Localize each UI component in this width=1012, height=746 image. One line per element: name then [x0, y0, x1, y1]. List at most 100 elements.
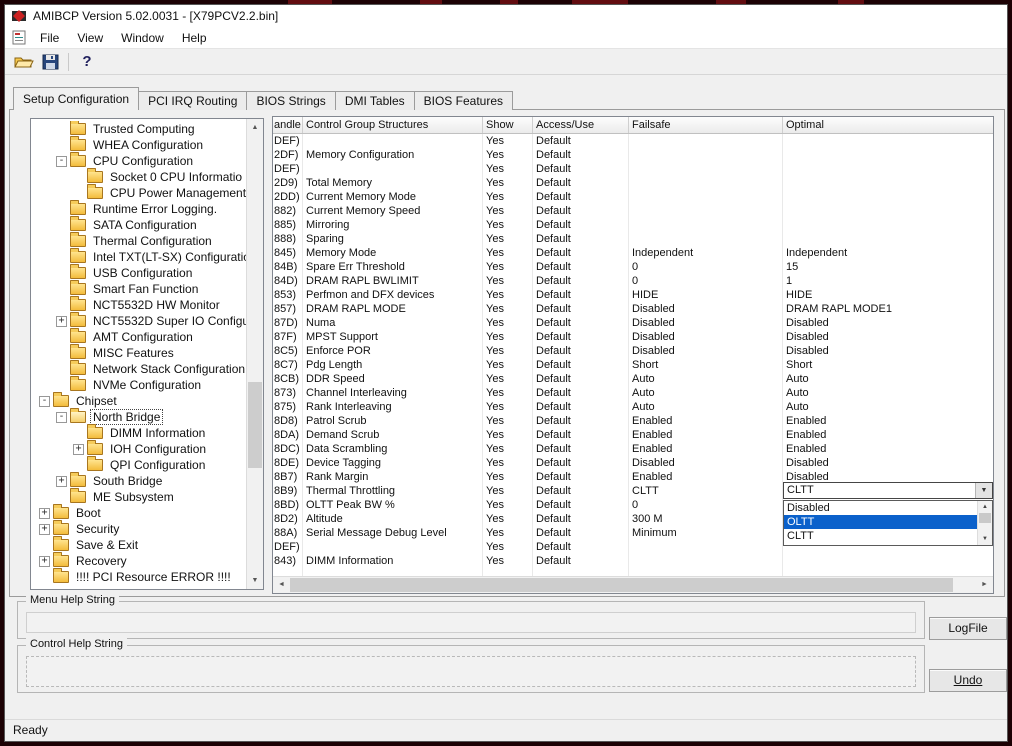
collapse-minus-icon[interactable]: -	[39, 395, 50, 407]
table-row[interactable]: 882) Current Memory Speed Yes Default	[273, 204, 993, 218]
scroll-left-icon[interactable]: ◄	[273, 577, 290, 593]
menu-window[interactable]: Window	[112, 29, 173, 47]
optimal-combobox[interactable]: CLTT ▼	[783, 482, 993, 499]
table-row[interactable]: 8D8) Patrol Scrub Yes Default Enabled Enabled	[273, 414, 993, 428]
table-row[interactable]: 8C5) Enforce POR Yes Default Disabled Disable…	[273, 344, 993, 358]
control-help-text-area[interactable]	[26, 656, 916, 687]
tree-item[interactable]: USB Configuration	[31, 264, 246, 281]
tree-item[interactable]: Socket 0 CPU Informatio	[31, 168, 246, 185]
scrollbar-thumb[interactable]	[979, 513, 991, 523]
table-row[interactable]	[273, 568, 993, 576]
expand-plus-icon[interactable]: +	[39, 523, 50, 535]
column-header-optimal[interactable]: Optimal	[783, 117, 993, 133]
table-row[interactable]: 873) Channel Interleaving Yes Default Auto Au…	[273, 386, 993, 400]
collapse-minus-icon[interactable]: -	[56, 411, 67, 423]
table-row[interactable]: 87D) Numa Yes Default Disabled Disabled	[273, 316, 993, 330]
tab-bios-features[interactable]: BIOS Features	[414, 91, 513, 110]
tree-item[interactable]: Intel TXT(LT-SX) Configuratio	[31, 248, 246, 265]
tree-item[interactable]: AMT Configuration	[31, 328, 246, 345]
undo-button[interactable]: Undo	[929, 669, 1007, 692]
tab-bios-strings[interactable]: BIOS Strings	[247, 91, 336, 110]
tree-item[interactable]: + NCT5532D Super IO Configu	[31, 312, 246, 329]
help-button[interactable]: ?	[74, 51, 100, 73]
table-row[interactable]: 2D9) Total Memory Yes Default	[273, 176, 993, 190]
expand-plus-icon[interactable]: +	[56, 475, 67, 487]
combobox-dropdown-button[interactable]: ▼	[975, 483, 992, 498]
menu-help-text-area[interactable]	[26, 612, 916, 633]
tree-item[interactable]: MISC Features	[31, 344, 246, 361]
table-row[interactable]: DEF) Yes Default	[273, 134, 993, 148]
menu-help[interactable]: Help	[173, 29, 216, 47]
table-row[interactable]: 853) Perfmon and DFX devices Yes Default HID…	[273, 288, 993, 302]
dropdown-option[interactable]: OLTT	[784, 515, 977, 529]
grid-horizontal-scrollbar[interactable]: ◄ ►	[273, 576, 993, 593]
scroll-up-icon[interactable]: ▲	[978, 501, 992, 513]
scroll-down-icon[interactable]: ▼	[247, 572, 263, 589]
scroll-down-icon[interactable]: ▼	[978, 533, 992, 545]
table-row[interactable]: 87F) MPST Support Yes Default Disabled Disabl…	[273, 330, 993, 344]
tree-item[interactable]: CPU Power Management	[31, 184, 246, 201]
column-header-handle[interactable]: andle	[273, 117, 303, 133]
tree-item[interactable]: QPI Configuration	[31, 456, 246, 473]
scroll-up-icon[interactable]: ▲	[247, 119, 263, 136]
save-button[interactable]	[37, 51, 63, 73]
tree-item[interactable]: WHEA Configuration	[31, 136, 246, 153]
tree-item[interactable]: Smart Fan Function	[31, 280, 246, 297]
scroll-right-icon[interactable]: ►	[976, 577, 993, 593]
table-row[interactable]: 84D) DRAM RAPL BWLIMIT Yes Default 0 1	[273, 274, 993, 288]
tree-item[interactable]: - North Bridge	[31, 408, 246, 425]
column-header-show[interactable]: Show	[483, 117, 533, 133]
tree-item[interactable]: + Boot	[31, 504, 246, 521]
tree-item[interactable]: Runtime Error Logging.	[31, 200, 246, 217]
dropdown-scrollbar[interactable]: ▲ ▼	[977, 501, 992, 545]
tree-item[interactable]: Network Stack Configuration	[31, 360, 246, 377]
tree-item[interactable]: + IOH Configuration	[31, 440, 246, 457]
table-row[interactable]: 8DA) Demand Scrub Yes Default Enabled Enabled	[273, 428, 993, 442]
collapse-minus-icon[interactable]: -	[56, 155, 67, 167]
table-row[interactable]: 8CB) DDR Speed Yes Default Auto Auto	[273, 372, 993, 386]
tree-item[interactable]: DIMM Information	[31, 424, 246, 441]
tree-item[interactable]: ME Subsystem	[31, 488, 246, 505]
tree-item[interactable]: !!!! PCI Resource ERROR !!!!	[31, 568, 246, 585]
tree-item[interactable]: - Chipset	[31, 392, 246, 409]
tree-vertical-scrollbar[interactable]: ▲ ▼	[246, 119, 263, 589]
tree-item[interactable]: + Recovery	[31, 552, 246, 569]
tree-item[interactable]: + South Bridge	[31, 472, 246, 489]
table-row[interactable]: 857) DRAM RAPL MODE Yes Default Disabled DRAM…	[273, 302, 993, 316]
expand-plus-icon[interactable]: +	[56, 315, 67, 327]
column-header-failsafe[interactable]: Failsafe	[629, 117, 783, 133]
dropdown-option[interactable]: CLTT	[784, 529, 977, 543]
menu-view[interactable]: View	[68, 29, 112, 47]
tree-item[interactable]: NCT5532D HW Monitor	[31, 296, 246, 313]
tree-item[interactable]: + Security	[31, 520, 246, 537]
menu-file[interactable]: File	[31, 29, 68, 47]
logfile-button[interactable]: LogFile	[929, 617, 1007, 640]
table-row[interactable]: 888) Sparing Yes Default	[273, 232, 993, 246]
scrollbar-thumb[interactable]	[248, 382, 262, 469]
tree-item[interactable]: Thermal Configuration	[31, 232, 246, 249]
table-row[interactable]: 8C7) Pdg Length Yes Default Short Short	[273, 358, 993, 372]
tree-item[interactable]: Save & Exit	[31, 536, 246, 553]
table-row[interactable]: 843) DIMM Information Yes Default	[273, 554, 993, 568]
expand-plus-icon[interactable]: +	[39, 507, 50, 519]
table-row[interactable]: 875) Rank Interleaving Yes Default Auto Auto	[273, 400, 993, 414]
expand-plus-icon[interactable]: +	[73, 443, 84, 455]
table-row[interactable]: 8DE) Device Tagging Yes Default Disabled Disa…	[273, 456, 993, 470]
tree-item[interactable]: SATA Configuration	[31, 216, 246, 233]
table-row[interactable]: 845) Memory Mode Yes Default Independent Inde…	[273, 246, 993, 260]
table-row[interactable]: 8DC) Data Scrambling Yes Default Enabled Enab…	[273, 442, 993, 456]
scrollbar-thumb[interactable]	[290, 578, 953, 592]
tree-item[interactable]: NVMe Configuration	[31, 376, 246, 393]
tree-item[interactable]: - CPU Configuration	[31, 152, 246, 169]
column-header-control-group-structures[interactable]: Control Group Structures	[303, 117, 483, 133]
table-row[interactable]: 2DD) Current Memory Mode Yes Default	[273, 190, 993, 204]
table-row[interactable]: 2DF) Memory Configuration Yes Default	[273, 148, 993, 162]
expand-plus-icon[interactable]: +	[39, 555, 50, 567]
tab-setup-configuration[interactable]: Setup Configuration	[13, 87, 140, 110]
table-row[interactable]: DEF) Yes Default	[273, 162, 993, 176]
tree-item[interactable]: Trusted Computing	[31, 121, 246, 137]
tab-dmi-tables[interactable]: DMI Tables	[335, 91, 415, 110]
open-file-button[interactable]	[11, 51, 37, 73]
dropdown-option[interactable]: Disabled	[784, 501, 977, 515]
tab-pci-irq-routing[interactable]: PCI IRQ Routing	[139, 91, 248, 110]
